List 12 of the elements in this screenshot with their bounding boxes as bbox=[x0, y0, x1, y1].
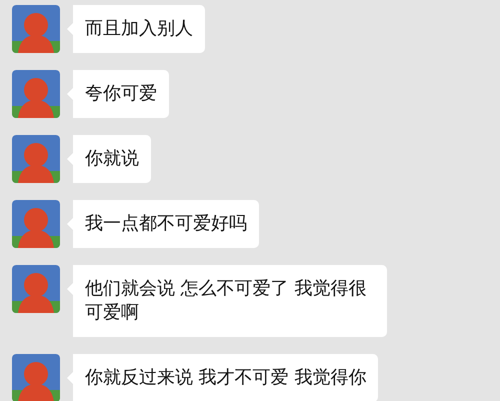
message-bubble: 我一点都不可爱好吗 bbox=[67, 200, 259, 248]
avatar-icon bbox=[12, 5, 60, 53]
message-bubble: 而且加入别人 bbox=[67, 5, 205, 53]
avatar-icon bbox=[12, 265, 60, 313]
avatar-icon bbox=[12, 70, 60, 118]
message-bubble: 夸你可爱 bbox=[67, 70, 169, 118]
message-bubble: 他们就会说 怎么不可爱了 我觉得很可爱啊 bbox=[67, 265, 387, 337]
message-bubble: 你就反过来说 我才不可爱 我觉得你 bbox=[67, 354, 378, 401]
message-bubble: 你就说 bbox=[67, 135, 151, 183]
avatar-icon bbox=[12, 354, 60, 401]
avatar-icon bbox=[12, 135, 60, 183]
avatar-icon bbox=[12, 200, 60, 248]
